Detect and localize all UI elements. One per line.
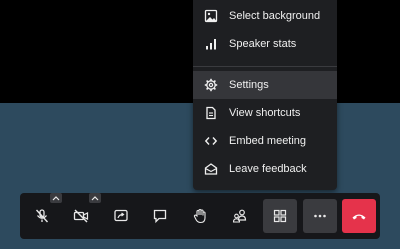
grid-icon [272,208,288,224]
mic-off-icon [34,208,50,224]
camera-toggle-button[interactable] [64,199,98,233]
menu-item-view-shortcuts[interactable]: View shortcuts [193,99,337,127]
menu-item-label: Settings [229,79,269,91]
menu-item-leave-feedback[interactable]: Leave feedback [193,155,337,183]
phone-hangup-icon [351,208,367,224]
menu-item-speaker-stats[interactable]: Speaker stats [193,30,337,58]
document-icon [204,106,218,120]
image-icon [204,9,218,23]
more-options-button[interactable] [303,199,337,233]
screen-share-button[interactable] [104,199,138,233]
more-dots-icon [312,208,328,224]
feedback-envelope-icon [204,162,218,176]
menu-item-label: Embed meeting [229,135,307,147]
tile-view-button[interactable] [263,199,297,233]
menu-item-label: Speaker stats [229,38,297,50]
hang-up-button[interactable] [342,199,376,233]
bar-chart-icon [204,37,218,51]
participants-icon [232,208,248,224]
gear-icon [204,78,218,92]
menu-item-label: Leave feedback [229,163,307,175]
screen-share-icon [113,208,129,224]
chat-button[interactable] [143,199,177,233]
camera-off-icon [73,208,89,224]
microphone-toggle-button[interactable] [25,199,59,233]
camera-options-caret[interactable] [89,193,101,203]
code-icon [204,134,218,148]
microphone-options-caret[interactable] [50,193,62,203]
menu-item-settings[interactable]: Settings [193,71,337,99]
hand-icon [192,208,208,224]
meeting-toolbar [20,193,380,239]
menu-item-select-background[interactable]: Select background [193,2,337,30]
more-options-menu: Select background Speaker stats Settings… [193,0,337,190]
participants-button[interactable] [223,199,257,233]
chevron-up-icon [91,195,99,201]
chevron-up-icon [52,195,60,201]
raise-hand-button[interactable] [183,199,217,233]
menu-item-label: Select background [229,10,321,22]
menu-divider [193,66,337,67]
menu-item-label: View shortcuts [229,107,301,119]
chat-icon [152,208,168,224]
menu-item-embed-meeting[interactable]: Embed meeting [193,127,337,155]
